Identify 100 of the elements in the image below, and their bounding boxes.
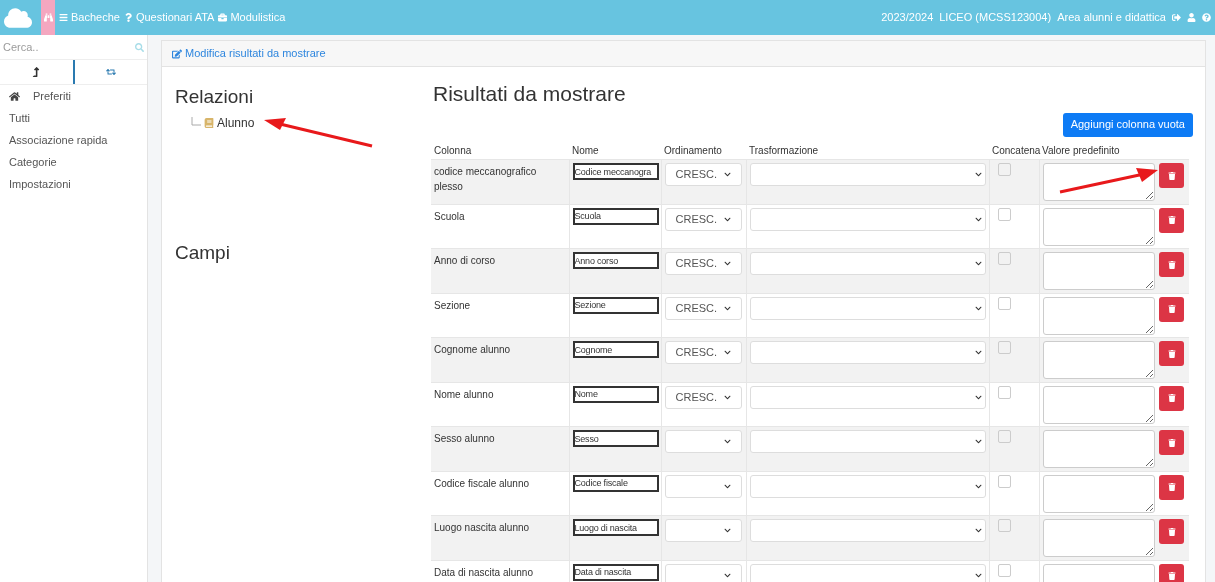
column-header: Concatena — [989, 141, 1039, 160]
delete-button[interactable] — [1159, 474, 1184, 500]
transform-select[interactable] — [749, 296, 986, 320]
name-field[interactable]: Cognome — [572, 341, 659, 358]
trash-icon — [1167, 483, 1176, 491]
header-info: Area alunni e didattica — [1057, 10, 1166, 26]
transform-select[interactable] — [749, 430, 986, 453]
concat-checkbox[interactable] — [997, 341, 1011, 354]
delete-button[interactable] — [1159, 430, 1184, 455]
order-select[interactable] — [664, 474, 742, 498]
column-header: Nome — [569, 141, 661, 160]
chevron-icon — [974, 393, 982, 401]
transform-select[interactable] — [749, 519, 986, 542]
delete-button[interactable] — [1159, 163, 1184, 188]
delete-button[interactable] — [1159, 207, 1184, 233]
order-select[interactable] — [664, 430, 742, 453]
delete-button[interactable] — [1159, 519, 1184, 544]
transform-select[interactable] — [749, 474, 986, 498]
question-icon — [123, 13, 133, 22]
default-value-field[interactable] — [1042, 296, 1155, 335]
chevron-icon — [974, 438, 982, 445]
name-field[interactable]: Scuola — [572, 207, 659, 225]
chevron-icon — [723, 482, 731, 490]
trash-icon — [1167, 349, 1176, 358]
concat-checkbox[interactable] — [997, 385, 1011, 399]
table-cell: Anno di corso — [431, 248, 569, 293]
table-cell: Sezione — [431, 293, 569, 338]
trash-icon — [1167, 260, 1176, 269]
delete-button[interactable] — [1159, 296, 1184, 322]
edit-icon — [172, 48, 182, 59]
concat-checkbox[interactable] — [997, 296, 1011, 310]
add-column-button[interactable]: Aggiungi colonna vuota — [1062, 112, 1193, 137]
chevron-icon — [974, 304, 982, 312]
concat-checkbox[interactable] — [997, 474, 1011, 488]
transform-select[interactable] — [749, 385, 986, 409]
name-field[interactable]: Sesso — [572, 430, 659, 447]
user-icon[interactable] — [1187, 13, 1196, 22]
default-value-field[interactable] — [1042, 474, 1155, 513]
chevron-icon — [974, 349, 982, 356]
search-field[interactable]: Cerca.. — [3, 38, 135, 56]
table-cell: Nome alunno — [431, 382, 569, 427]
name-field[interactable]: Nome — [572, 385, 659, 403]
trash-icon — [1167, 171, 1176, 180]
name-field[interactable]: Luogo di nascita — [572, 519, 659, 536]
logout-icon[interactable] — [1172, 13, 1181, 22]
name-field[interactable]: Codice fiscale — [572, 474, 659, 492]
default-value-field[interactable] — [1042, 207, 1155, 246]
order-select[interactable] — [664, 519, 742, 542]
concat-checkbox[interactable] — [997, 207, 1011, 221]
sidebar-item[interactable]: Impostazioni — [9, 175, 71, 193]
concat-checkbox[interactable] — [997, 252, 1011, 265]
section-title: Campi — [175, 240, 231, 265]
concat-checkbox[interactable] — [997, 430, 1011, 443]
trash-icon — [1167, 305, 1176, 313]
order-select[interactable]: CRESC. — [664, 385, 742, 409]
table-cell: Sesso alunno — [431, 426, 569, 471]
trash-icon — [1167, 572, 1176, 580]
home-button[interactable] — [41, 0, 55, 35]
default-value-field[interactable] — [1042, 385, 1155, 424]
concat-checkbox[interactable] — [997, 563, 1011, 577]
sidebar-item[interactable]: Associazione rapida — [9, 131, 108, 149]
delete-button[interactable] — [1159, 341, 1184, 366]
order-select[interactable]: CRESC. — [664, 163, 742, 186]
transform-select[interactable] — [749, 341, 986, 364]
table-cell: codice meccanografico plesso — [431, 159, 569, 204]
panel-title: Modifica risultati da mostrare — [185, 46, 326, 62]
help-icon[interactable] — [1202, 13, 1211, 22]
briefcase-icon — [218, 13, 228, 22]
header-info: LICEO (MCSS123004) — [939, 10, 1052, 26]
transform-select[interactable] — [749, 252, 986, 275]
name-field[interactable]: Sezione — [572, 296, 659, 314]
name-field[interactable]: Codice meccanogra — [572, 163, 659, 180]
sidebar-item[interactable]: Preferiti — [33, 87, 71, 105]
repeat-icon — [105, 67, 116, 77]
menu-icon — [59, 13, 68, 22]
tree-item[interactable]: Alunno — [217, 113, 255, 132]
home-icon — [9, 90, 20, 102]
table-cell: Scuola — [431, 204, 569, 249]
delete-button[interactable] — [1159, 385, 1184, 411]
order-select[interactable]: CRESC. — [664, 341, 742, 364]
binoculars-icon — [43, 13, 53, 22]
tree-line-icon — [191, 116, 201, 129]
concat-checkbox[interactable] — [997, 163, 1011, 176]
trash-icon — [1167, 394, 1176, 402]
sidebar-item[interactable]: Categorie — [9, 153, 57, 171]
sidebar-item[interactable]: Tutti — [9, 109, 30, 127]
name-field[interactable]: Anno corso — [572, 252, 659, 269]
delete-button[interactable] — [1159, 252, 1184, 277]
chevron-icon — [723, 393, 731, 401]
concat-checkbox[interactable] — [997, 519, 1011, 532]
search-icon — [135, 42, 144, 52]
chevron-icon — [723, 571, 731, 579]
name-field[interactable]: Data di nascita — [572, 563, 659, 581]
order-select[interactable]: CRESC. — [664, 296, 742, 320]
order-select[interactable]: CRESC. — [664, 207, 742, 231]
table-cell: Data di nascita alunno — [431, 560, 569, 582]
order-select[interactable]: CRESC. — [664, 252, 742, 275]
transform-select[interactable] — [749, 207, 986, 231]
transform-select[interactable] — [749, 163, 986, 186]
delete-button[interactable] — [1159, 563, 1184, 582]
